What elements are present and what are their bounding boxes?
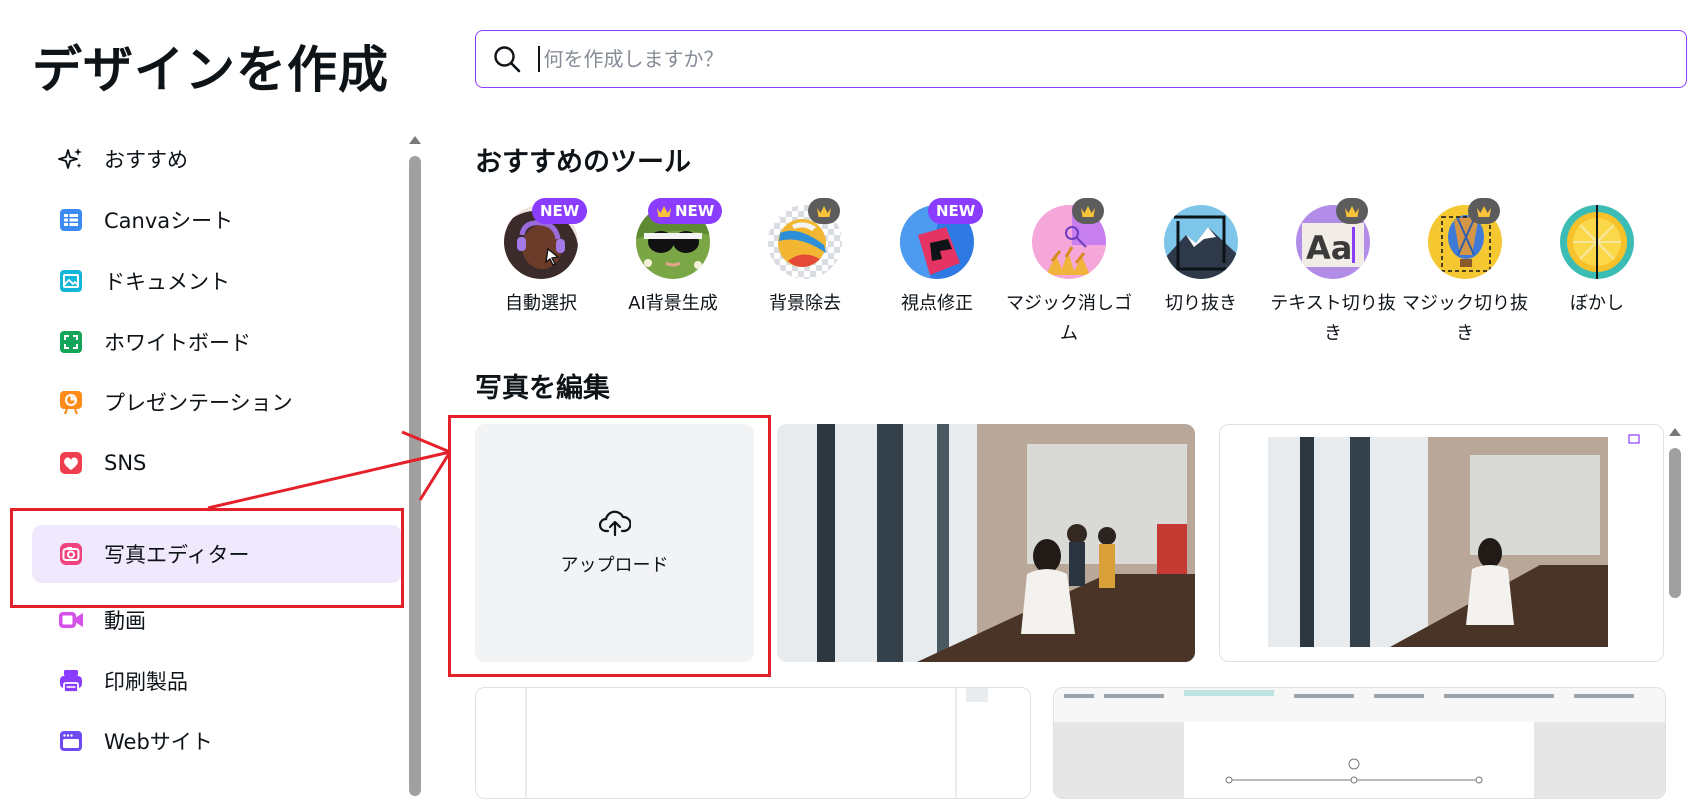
annotation-arrow [207, 430, 452, 510]
